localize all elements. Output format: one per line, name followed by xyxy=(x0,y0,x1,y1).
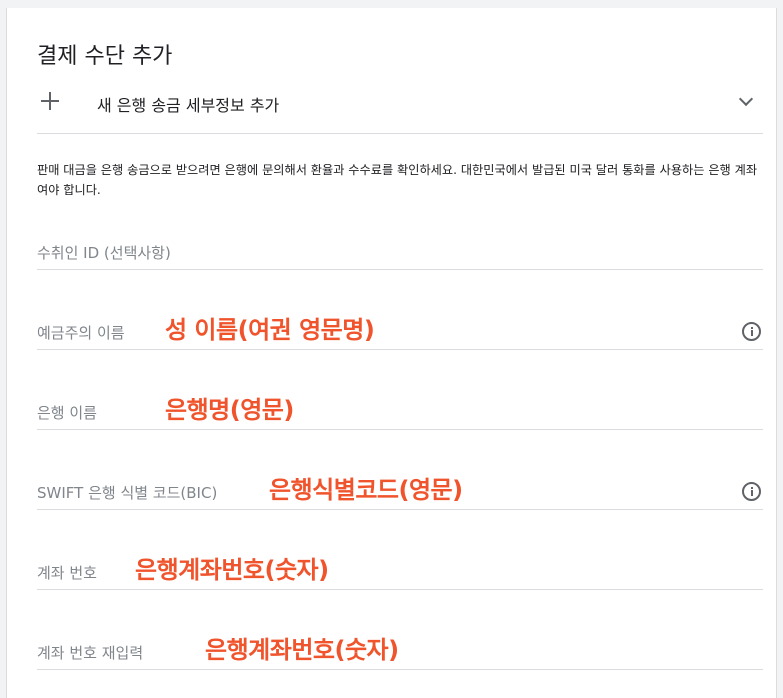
bank-transfer-description: 판매 대금을 은행 송금으로 받으려면 은행에 문의해서 환율과 수수료를 확인… xyxy=(37,163,758,197)
add-bank-transfer-row[interactable]: 새 은행 송금 세부정보 추가 xyxy=(37,80,763,134)
account-number-label: 계좌 번호 xyxy=(37,564,97,582)
section-title: 결제 수단 추가 xyxy=(37,44,173,69)
account-holder-annotation: 성 이름(여권 영문명) xyxy=(165,316,375,344)
account-number-annotation: 은행계좌번호(숫자) xyxy=(135,556,329,584)
account-number-confirm-annotation: 은행계좌번호(숫자) xyxy=(205,636,399,664)
swift-annotation: 은행식별코드(영문) xyxy=(269,476,463,504)
info-icon[interactable] xyxy=(742,482,761,501)
account-number-field[interactable]: 계좌 번호 은행계좌번호(숫자) xyxy=(37,550,763,590)
account-holder-field[interactable]: 예금주의 이름 성 이름(여권 영문명) xyxy=(37,310,763,350)
add-bank-transfer-label: 새 은행 송금 세부정보 추가 xyxy=(97,96,280,115)
swift-label: SWIFT 은행 식별 코드(BIC) xyxy=(37,484,218,502)
account-number-confirm-field[interactable]: 계좌 번호 재입력 은행계좌번호(숫자) xyxy=(37,630,763,670)
info-icon[interactable] xyxy=(742,322,761,341)
bank-name-annotation: 은행명(영문) xyxy=(165,396,294,424)
payment-method-card: 결제 수단 추가 새 은행 송금 세부정보 추가 판매 대금을 은행 송금으로 … xyxy=(6,8,777,698)
bank-name-label: 은행 이름 xyxy=(37,404,97,422)
plus-icon xyxy=(41,92,59,110)
account-number-confirm-label: 계좌 번호 재입력 xyxy=(37,644,144,662)
bank-name-field[interactable]: 은행 이름 은행명(영문) xyxy=(37,390,763,430)
account-holder-label: 예금주의 이름 xyxy=(37,324,125,342)
chevron-down-icon[interactable] xyxy=(738,91,754,107)
swift-field[interactable]: SWIFT 은행 식별 코드(BIC) 은행식별코드(영문) xyxy=(37,470,763,510)
payee-id-label: 수취인 ID (선택사항) xyxy=(37,244,171,262)
payee-id-field[interactable]: 수취인 ID (선택사항) xyxy=(37,230,763,270)
